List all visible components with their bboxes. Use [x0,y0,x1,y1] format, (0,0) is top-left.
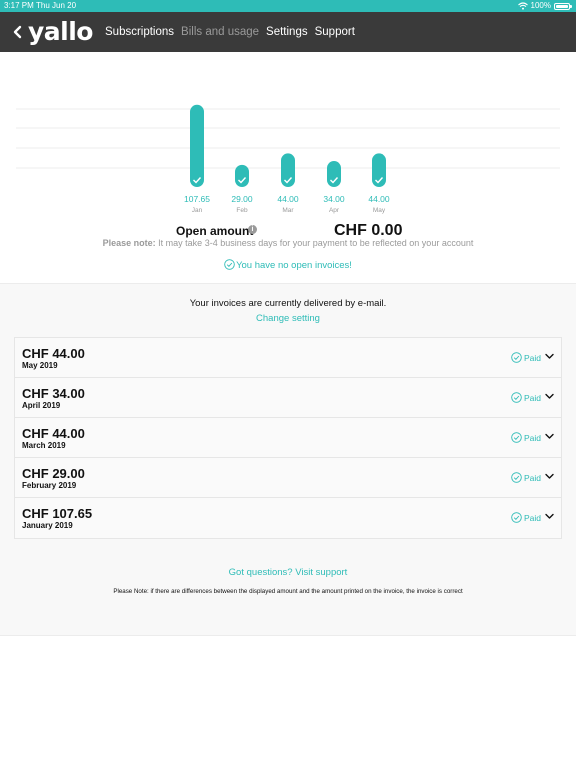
status-time: 3:17 PM [4,1,34,10]
check-circle-icon [511,432,522,443]
invoice-amount: CHF 107.65 [22,506,93,521]
invoice-row[interactable]: CHF 29.00 February 2019 Paid [15,458,561,498]
bar-value-label: 29.00 [231,194,253,204]
check-circle-icon [511,352,522,363]
invoice-status-label: Paid [523,392,541,403]
check-circle-icon [511,472,522,483]
invoice-row[interactable]: CHF 107.65 January 2019 Paid [15,498,561,538]
invoice-row[interactable]: CHF 44.00 March 2019 Paid [15,418,561,458]
invoice-status: Paid [511,512,541,523]
chevron-down-icon[interactable] [545,513,554,520]
yallo-logo[interactable]: yallo [28,17,93,47]
bar-category-label: Apr [329,207,340,214]
invoice-status-label: Paid [523,512,541,523]
no-open-invoices: You have no open invoices! [0,259,576,271]
invoice-month: February 2019 [22,481,77,490]
open-amount-label: Open amount [176,224,254,238]
wifi-icon [517,2,528,10]
chevron-down-icon[interactable] [545,353,554,360]
invoice-amount: CHF 44.00 [22,426,85,441]
invoice-amount: CHF 29.00 [22,466,85,481]
check-circle-icon [511,392,522,403]
nav-settings[interactable]: Settings [266,26,308,38]
battery-percent: 100% [530,1,551,10]
bar-category-label: Feb [236,207,248,214]
top-navigation: yallo Subscriptions Bills and usage Sett… [0,12,576,52]
app-root: 3:17 PM Thu Jun 20 100% yallo Subscripti… [0,0,576,768]
invoice-disclaimer: Please Note: if there are differences be… [113,588,463,595]
invoice-month: March 2019 [22,441,66,450]
bar-category-label: Mar [282,207,294,214]
chevron-down-icon[interactable] [545,473,554,480]
note-text: It may take 3-4 business days for your p… [155,238,474,248]
invoice-status-label: Paid [523,472,541,483]
invoice-row[interactable]: CHF 34.00 April 2019 Paid [15,378,561,418]
payment-note: Please note: It may take 3-4 business da… [0,238,576,248]
invoice-month: January 2019 [22,521,73,530]
bar-category-label: May [373,207,386,214]
delivery-text: Your invoices are currently delivered by… [189,298,387,309]
status-right: 100% [517,0,572,12]
invoice-status: Paid [511,352,541,363]
invoice-status-label: Paid [523,432,541,443]
bar-category-label: Jan [192,207,203,214]
nav-bills-and-usage[interactable]: Bills and usage [181,26,259,38]
invoice-status: Paid [511,392,541,403]
info-icon[interactable]: i [248,225,257,234]
note-prefix: Please note: [102,238,156,248]
chart-bar[interactable] [235,164,249,187]
bills-chart: 107.65 Jan 29.00 Feb 44.00 Mar 34.00 Apr 44.00 Ma… [0,52,576,222]
nav-links: Subscriptions Bills and usage Settings S… [105,12,355,52]
check-circle-icon [511,512,522,523]
invoices-section: Your invoices are currently delivered by… [0,283,576,636]
invoice-row[interactable]: CHF 44.00 May 2019 Paid [15,338,561,378]
nav-support[interactable]: Support [315,26,355,38]
battery-icon [554,2,572,10]
invoice-month: May 2019 [22,361,58,370]
chart-bar[interactable] [327,161,341,187]
back-chevron-icon[interactable] [12,23,24,41]
invoice-status: Paid [511,432,541,443]
no-open-text: You have no open invoices! [236,260,352,271]
chart-bar[interactable] [190,104,204,187]
change-setting-link[interactable]: Change setting [0,313,576,324]
bar-value-label: 44.00 [277,194,299,204]
chevron-down-icon[interactable] [545,433,554,440]
check-circle-icon [224,259,235,270]
bar-value-label: 107.65 [184,194,210,204]
chevron-down-icon[interactable] [545,393,554,400]
invoice-status-label: Paid [523,352,541,363]
invoice-list: CHF 44.00 May 2019 Paid CHF 34.00 April 2019… [14,337,562,539]
invoice-month: April 2019 [22,401,61,410]
invoice-amount: CHF 34.00 [22,386,85,401]
bar-value-label: 44.00 [368,194,390,204]
status-date: Thu Jun 20 [36,1,77,10]
nav-subscriptions[interactable]: Subscriptions [105,26,174,38]
bills-chart-svg: 107.65 Jan 29.00 Feb 44.00 Mar 34.00 Apr 44.00 Ma… [16,104,560,214]
bar-value-label: 34.00 [323,194,345,204]
invoice-status: Paid [511,472,541,483]
invoice-amount: CHF 44.00 [22,346,85,361]
visit-support-link[interactable]: Got questions? Visit support [0,567,576,578]
status-bar: 3:17 PM Thu Jun 20 100% [0,0,576,12]
